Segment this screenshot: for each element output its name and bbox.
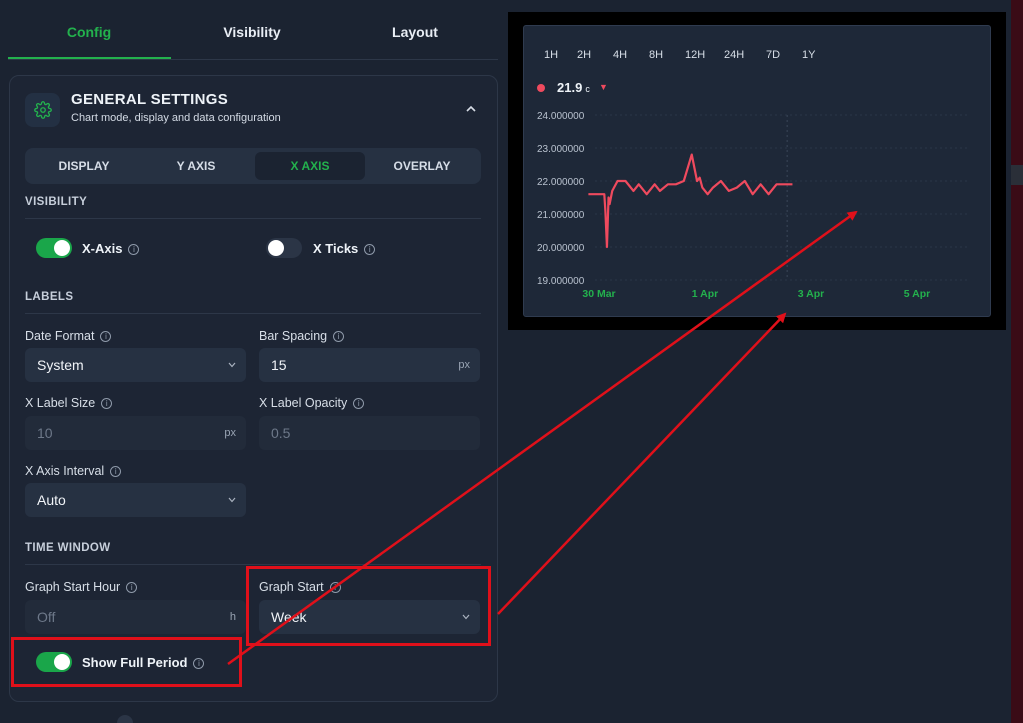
x-axis-toggle-label: X-Axis i xyxy=(82,241,140,256)
x-label-size-input[interactable]: 10 px xyxy=(25,416,246,450)
graph-start-hour-input[interactable]: Off h xyxy=(25,600,246,634)
range-button-12h[interactable]: 12H xyxy=(685,49,705,61)
bar-spacing-label: Bar Spacing i xyxy=(259,329,345,343)
graph-start-hour-unit: h xyxy=(229,611,236,623)
legend-current-value: 21.9 c xyxy=(557,80,590,95)
subtab-display[interactable]: DISPLAY xyxy=(29,152,139,180)
info-icon: i xyxy=(126,582,138,594)
date-format-value: System xyxy=(37,357,84,373)
bar-spacing-input[interactable]: 15 px xyxy=(259,348,480,382)
info-icon: i xyxy=(100,331,112,343)
x-axis-interval-select[interactable]: Auto xyxy=(25,483,246,517)
info-icon: i xyxy=(101,398,113,410)
date-format-select[interactable]: System xyxy=(25,348,246,382)
info-icon: i xyxy=(128,244,140,256)
settings-subtab-bar: DISPLAY Y AXIS X AXIS OVERLAY xyxy=(25,148,481,184)
highlight-box-graph-start xyxy=(246,566,491,646)
top-tab-bar: Config Visibility Layout xyxy=(8,14,498,60)
range-button-4h[interactable]: 4H xyxy=(613,49,627,61)
date-format-label: Date Format i xyxy=(25,329,112,343)
x-label-opacity-label: X Label Opacity i xyxy=(259,396,365,410)
range-button-8h[interactable]: 8H xyxy=(649,49,663,61)
tab-config[interactable]: Config xyxy=(8,24,170,40)
general-settings-title: GENERAL SETTINGS xyxy=(71,91,229,108)
series-color-dot xyxy=(537,84,545,92)
chevron-up-icon[interactable] xyxy=(465,104,477,114)
highlight-box-show-full-period xyxy=(11,637,242,687)
range-button-2h[interactable]: 2H xyxy=(577,49,591,61)
info-icon: i xyxy=(364,244,376,256)
chevron-down-icon xyxy=(228,362,236,368)
visibility-section-title: VISIBILITY xyxy=(25,196,88,208)
x-label-opacity-input[interactable]: 0.5 xyxy=(259,416,480,450)
info-icon: i xyxy=(333,331,345,343)
tab-visibility[interactable]: Visibility xyxy=(171,24,333,40)
divider xyxy=(25,313,481,314)
range-button-7d[interactable]: 7D xyxy=(766,49,780,61)
chart-preview-card xyxy=(523,25,991,317)
background-window-edge xyxy=(1011,0,1023,723)
subtab-x-axis[interactable]: X AXIS xyxy=(255,152,365,180)
time-window-section-title: TIME WINDOW xyxy=(25,542,111,554)
x-label-size-placeholder: 10 xyxy=(37,425,53,441)
info-icon: i xyxy=(110,466,122,478)
triangle-down-icon: ▼ xyxy=(599,82,608,92)
x-ticks-toggle-label: X Ticks i xyxy=(313,241,376,256)
x-label-size-unit: px xyxy=(224,427,236,439)
subtab-y-axis[interactable]: Y AXIS xyxy=(141,152,251,180)
background-window-edge xyxy=(1011,165,1023,185)
x-axis-interval-value: Auto xyxy=(37,492,66,508)
scroll-indicator xyxy=(117,715,133,723)
arrow-graph-start-to-chart xyxy=(497,312,787,615)
toggle-knob xyxy=(268,240,284,256)
active-tab-indicator xyxy=(8,57,171,59)
info-icon: i xyxy=(353,398,365,410)
toggle-knob xyxy=(54,240,70,256)
tab-layout[interactable]: Layout xyxy=(334,24,496,40)
divider xyxy=(25,218,481,219)
bar-spacing-value: 15 xyxy=(271,357,287,373)
gear-icon xyxy=(25,93,60,127)
chevron-down-icon xyxy=(228,497,236,503)
general-settings-subtitle: Chart mode, display and data configurati… xyxy=(71,112,281,124)
x-axis-toggle[interactable] xyxy=(36,238,72,258)
graph-start-hour-placeholder: Off xyxy=(37,609,56,625)
x-label-size-label: X Label Size i xyxy=(25,396,113,410)
range-button-1y[interactable]: 1Y xyxy=(802,49,815,61)
range-button-24h[interactable]: 24H xyxy=(724,49,744,61)
x-label-opacity-placeholder: 0.5 xyxy=(271,425,291,441)
labels-section-title: LABELS xyxy=(25,291,74,303)
graph-start-hour-label: Graph Start Hour i xyxy=(25,580,138,594)
range-button-1h[interactable]: 1H xyxy=(544,49,558,61)
subtab-overlay[interactable]: OVERLAY xyxy=(367,152,477,180)
x-axis-interval-label: X Axis Interval i xyxy=(25,464,122,478)
x-ticks-toggle[interactable] xyxy=(266,238,302,258)
bar-spacing-unit: px xyxy=(458,359,470,371)
divider xyxy=(25,564,481,565)
